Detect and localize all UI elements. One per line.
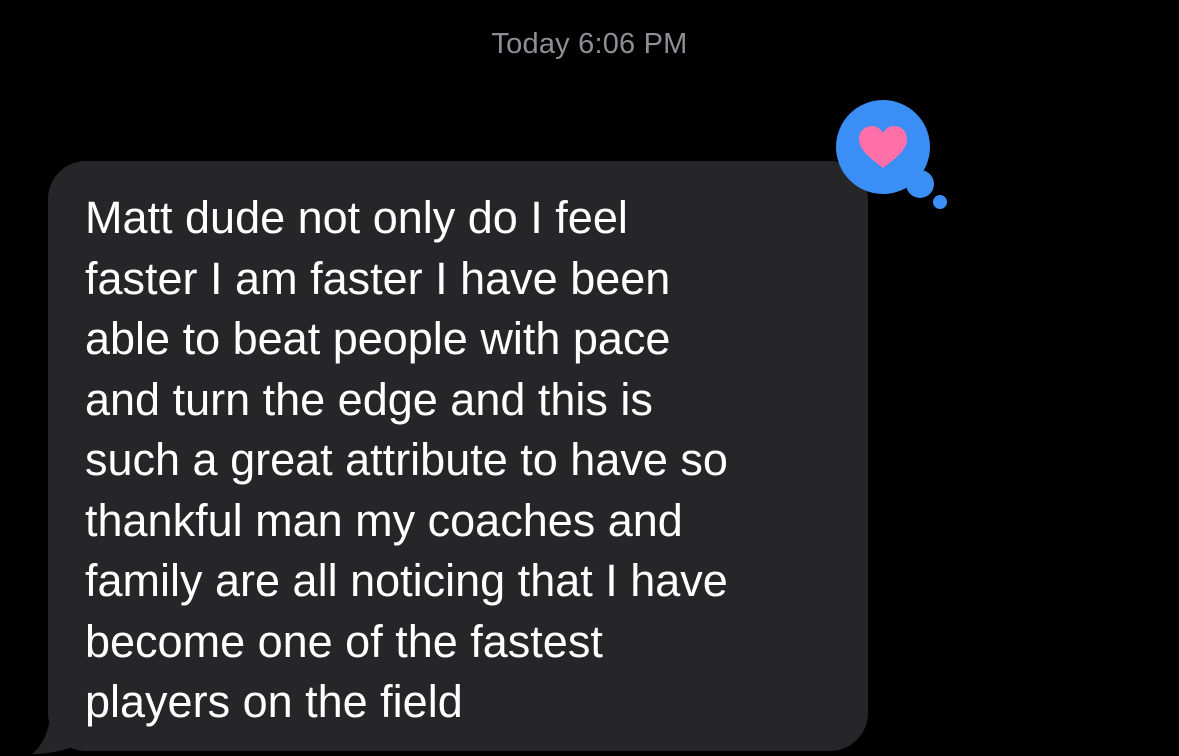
message-line: Matt dude not only do I feel [85, 192, 628, 243]
message-line: thankful man my coaches and [85, 494, 683, 546]
message-text[interactable]: Matt dude not only do I feel faster I am… [85, 188, 855, 733]
message-line: players on the field [85, 676, 463, 727]
message-line: family are all noticing that I have [85, 555, 728, 606]
messages-screen: Today 6:06 PM Matt dude not only do I fe… [0, 0, 1179, 756]
heart-tapback[interactable] [832, 96, 952, 216]
tapback-tail-large [906, 170, 934, 198]
message-line: such a great attribute to have so [85, 434, 728, 485]
tapback-tail-small [933, 195, 947, 209]
message-line: able to beat people with pace [85, 313, 671, 364]
message-line: and turn the edge and this is [85, 373, 653, 425]
message-line: faster I am faster I have been [85, 252, 671, 304]
message-line: become one of the fastest [85, 615, 603, 667]
message-timestamp: Today 6:06 PM [491, 28, 688, 60]
